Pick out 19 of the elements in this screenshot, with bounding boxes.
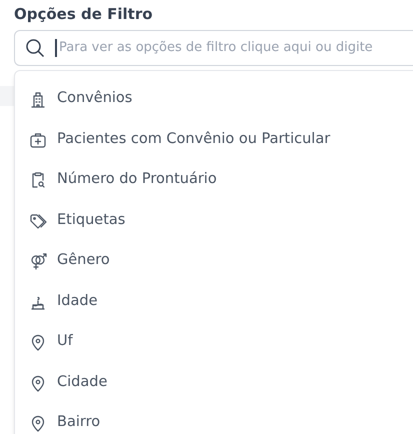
filter-option[interactable]: Gênero [15,241,413,282]
filter-option[interactable]: Convênios [15,79,413,120]
section-title: Opções de Filtro [14,4,154,24]
search-icon [25,38,45,58]
building-icon [29,90,47,108]
filter-option[interactable]: Etiquetas [15,200,413,241]
gender-icon [29,252,47,270]
search-field[interactable]: Para ver as opções de filtro clique aqui ou digite [14,30,413,66]
tag-icon [29,212,47,230]
filter-option[interactable]: Idade [15,282,413,322]
filter-option[interactable]: Bairro [15,403,413,434]
filter-option[interactable]: Uf [15,322,413,362]
location-pin-icon [29,374,47,392]
filter-option[interactable]: Cidade [15,362,413,403]
location-pin-icon [29,333,47,352]
medical-kit-icon [29,130,47,149]
filter-option[interactable]: Número do Prontuário [15,160,413,200]
location-pin-icon [29,414,47,432]
filter-option[interactable]: Pacientes com Convênio ou Particular [15,120,413,160]
